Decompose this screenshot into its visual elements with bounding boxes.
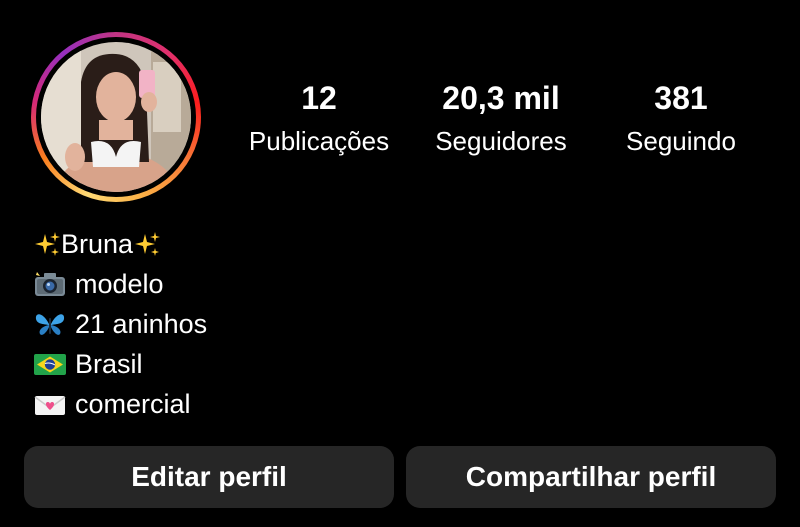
avatar-story-ring[interactable]	[31, 32, 201, 202]
bio-name-line: Bruna	[33, 224, 433, 264]
posts-label: Publicações	[248, 126, 390, 156]
bio-line-age: 21 aninhos	[33, 304, 433, 344]
sparkles-icon	[33, 230, 61, 258]
share-profile-button[interactable]: Compartilhar perfil	[406, 446, 776, 508]
sparkles-icon	[133, 230, 161, 258]
followers-count: 20,3 mil	[442, 80, 560, 116]
profile-photo	[41, 42, 191, 192]
followers-stat[interactable]: 20,3 mil Seguidores	[412, 78, 590, 158]
love-letter-icon	[33, 390, 67, 418]
bio-line-text: Brasil	[75, 348, 143, 379]
profile-bio: Bruna modelo 21 aninhos Brasil comercial	[33, 224, 433, 424]
bio-line-text: 21 aninhos	[75, 308, 208, 339]
brazil-flag-icon	[33, 350, 67, 378]
edit-profile-button[interactable]: Editar perfil	[24, 446, 394, 508]
bio-line-text: modelo	[75, 268, 164, 299]
bio-line-occupation: modelo	[33, 264, 433, 304]
profile-name: Bruna	[61, 228, 134, 259]
bio-line-text: comercial	[75, 388, 191, 419]
following-count: 381	[654, 80, 708, 116]
following-label: Seguindo	[626, 126, 736, 156]
followers-label: Seguidores	[435, 126, 567, 156]
bio-line-country: Brasil	[33, 344, 433, 384]
butterfly-icon	[33, 310, 67, 338]
following-stat[interactable]: 381 Seguindo	[600, 78, 762, 158]
camera-with-flash-icon	[33, 270, 67, 298]
posts-count: 12	[301, 80, 337, 116]
avatar[interactable]	[41, 42, 191, 192]
posts-stat[interactable]: 12 Publicações	[230, 78, 408, 158]
bio-line-business: comercial	[33, 384, 433, 424]
